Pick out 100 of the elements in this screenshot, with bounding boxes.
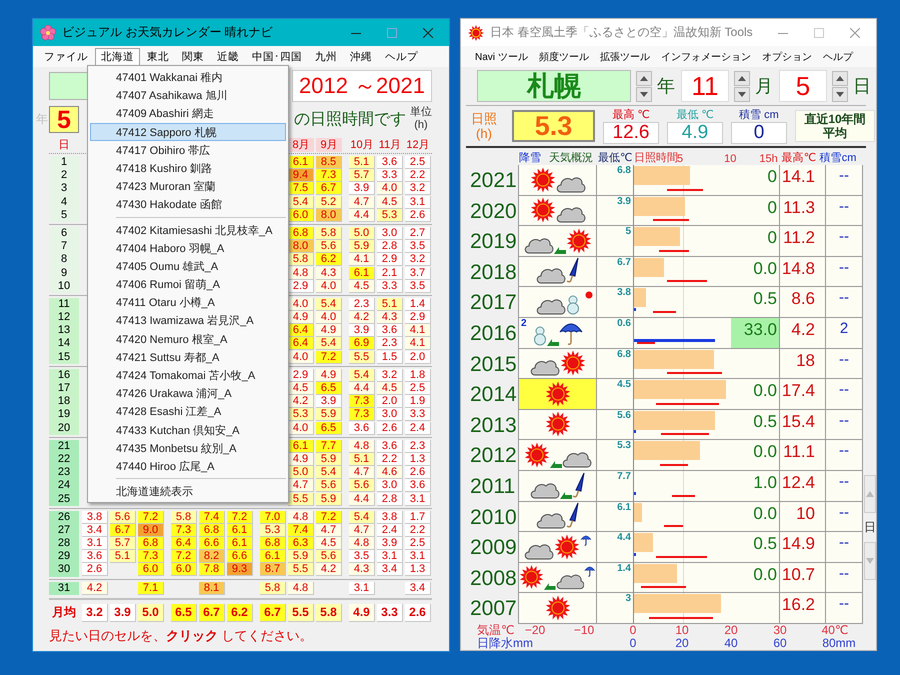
- sunshine-cell[interactable]: 2.0: [405, 350, 431, 364]
- sunshine-cell[interactable]: 2.8: [377, 492, 403, 506]
- sunshine-cell[interactable]: 3.1: [82, 537, 108, 550]
- weather-cell[interactable]: [518, 593, 597, 624]
- sunshine-cell[interactable]: 4.8: [288, 510, 314, 524]
- sunshine-cell[interactable]: 3.9: [316, 395, 342, 408]
- sunshine-cell[interactable]: 7.5: [288, 182, 314, 196]
- sunshine-cell[interactable]: 5.0: [288, 466, 314, 480]
- sunshine-cell[interactable]: 6.4: [288, 337, 314, 350]
- sunshine-cell[interactable]: 5.9: [349, 240, 375, 254]
- sunshine-cell[interactable]: 2.9: [288, 368, 314, 382]
- sunshine-cell[interactable]: 3.8: [377, 510, 403, 524]
- year-field[interactable]: 5: [49, 106, 79, 132]
- sunshine-cell[interactable]: 3.3: [377, 280, 403, 293]
- sunshine-cell[interactable]: 4.6: [377, 466, 403, 480]
- sunshine-cell[interactable]: 5.3: [288, 408, 314, 422]
- sunshine-cell[interactable]: 7.4: [199, 510, 225, 524]
- sunshine-cell[interactable]: 6.6: [199, 537, 225, 550]
- sunshine-cell[interactable]: 3.6: [349, 422, 375, 435]
- sunshine-cell[interactable]: 7.2: [316, 350, 342, 364]
- sunshine-cell[interactable]: 5.4: [316, 298, 342, 311]
- sunshine-cell[interactable]: 5.1: [349, 156, 375, 169]
- sunshine-cell[interactable]: 3.2: [405, 182, 431, 196]
- menu-item[interactable]: 拡張ツール: [600, 50, 650, 64]
- sunshine-cell[interactable]: 5.5: [288, 563, 314, 576]
- menu-item[interactable]: ヘルプ: [822, 50, 853, 64]
- menu-item[interactable]: オプション: [762, 50, 812, 64]
- sunshine-cell[interactable]: 6.1: [260, 550, 286, 564]
- month-field[interactable]: 11: [681, 70, 729, 102]
- sunshine-cell[interactable]: 7.2: [138, 510, 164, 524]
- sunshine-cell[interactable]: 5.8: [316, 226, 342, 240]
- sunshine-cell[interactable]: 5.3: [260, 524, 286, 537]
- sunshine-cell[interactable]: 4.7: [349, 196, 375, 209]
- sunshine-cell[interactable]: 5.0: [349, 226, 375, 240]
- weather-cell[interactable]: [518, 562, 597, 594]
- sunshine-cell[interactable]: 3.9: [349, 324, 375, 338]
- sunshine-cell[interactable]: 6.4: [288, 324, 314, 338]
- sunshine-cell[interactable]: 5.9: [288, 550, 314, 564]
- sunshine-cell[interactable]: 4.0: [288, 422, 314, 435]
- sunshine-cell[interactable]: 8.5: [316, 156, 342, 169]
- sunshine-cell[interactable]: 6.0: [138, 563, 164, 576]
- sunshine-cell[interactable]: 5.9: [316, 492, 342, 506]
- sunshine-cell[interactable]: 3.1: [377, 550, 403, 564]
- sunshine-cell[interactable]: 4.8: [349, 440, 375, 453]
- weather-cell[interactable]: 2: [518, 318, 597, 349]
- close-button[interactable]: [850, 28, 860, 38]
- sunshine-cell[interactable]: 3.5: [405, 240, 431, 254]
- close-button[interactable]: [423, 28, 433, 38]
- sunshine-cell[interactable]: 5.6: [316, 240, 342, 254]
- sunshine-cell[interactable]: 3.8: [82, 510, 108, 524]
- sunshine-cell[interactable]: 4.2: [349, 311, 375, 324]
- sunshine-cell[interactable]: 2.5: [405, 156, 431, 169]
- dropdown-item[interactable]: 47409 Abashiri 網走: [90, 104, 286, 123]
- dropdown-item[interactable]: 47401 Wakkanai 稚内: [90, 68, 286, 86]
- sunshine-cell[interactable]: 4.5: [316, 537, 342, 550]
- sunshine-cell[interactable]: 5.4: [349, 510, 375, 524]
- sunshine-cell[interactable]: 1.4: [405, 298, 431, 311]
- sunshine-cell[interactable]: 1.5: [377, 350, 403, 364]
- dropdown-item[interactable]: 北海道連続表示: [90, 482, 286, 500]
- weather-cell[interactable]: [518, 410, 597, 440]
- weather-cell[interactable]: [518, 226, 597, 257]
- menu-item[interactable]: 近畿: [211, 48, 245, 66]
- menu-item[interactable]: 沖縄: [344, 48, 378, 66]
- sunshine-cell[interactable]: 2.6: [82, 563, 108, 576]
- sunshine-cell[interactable]: 8.2: [199, 550, 225, 564]
- sunshine-cell[interactable]: 2.3: [405, 440, 431, 453]
- sunshine-cell[interactable]: 1.3: [405, 563, 431, 576]
- dropdown-item[interactable]: 47407 Asahikawa 旭川: [90, 86, 286, 104]
- sunshine-cell[interactable]: 5.9: [316, 408, 342, 422]
- sunshine-cell[interactable]: 6.2: [316, 253, 342, 266]
- sunshine-cell[interactable]: 5.7: [110, 537, 136, 550]
- sunshine-cell[interactable]: 4.1: [405, 324, 431, 338]
- sunshine-cell[interactable]: 2.6: [405, 208, 431, 222]
- sunshine-cell[interactable]: 5.6: [349, 479, 375, 492]
- sunshine-cell[interactable]: 2.2: [405, 524, 431, 537]
- sunshine-cell[interactable]: 1.8: [405, 368, 431, 382]
- menu-item[interactable]: 北海道: [95, 48, 140, 66]
- dropdown-item[interactable]: 47435 Monbetsu 紋別_A: [90, 438, 286, 457]
- sunshine-cell[interactable]: 4.5: [288, 382, 314, 395]
- sunshine-cell[interactable]: 4.1: [405, 337, 431, 350]
- sunshine-cell[interactable]: 7.3: [138, 550, 164, 564]
- sunshine-cell[interactable]: 3.4: [377, 563, 403, 576]
- sunshine-cell[interactable]: 6.5: [316, 422, 342, 435]
- sunshine-cell[interactable]: 8.1: [199, 582, 225, 595]
- sunshine-cell[interactable]: 4.7: [349, 466, 375, 480]
- menu-item[interactable]: 頻度ツール: [538, 50, 589, 64]
- sunshine-cell[interactable]: 6.9: [349, 337, 375, 350]
- sunshine-cell[interactable]: 4.0: [288, 298, 314, 311]
- sunshine-cell[interactable]: 2.5: [405, 382, 431, 395]
- dropdown-item[interactable]: 47417 Obihiro 帯広: [90, 140, 286, 159]
- spin-down-button[interactable]: [734, 86, 750, 102]
- dropdown-item[interactable]: 47430 Hakodate 函館: [90, 195, 286, 214]
- sunshine-cell[interactable]: 6.1: [227, 524, 253, 537]
- sunshine-cell[interactable]: 4.9: [316, 368, 342, 382]
- sunshine-cell[interactable]: 4.2: [288, 395, 314, 408]
- sunshine-cell[interactable]: 2.4: [377, 524, 403, 537]
- sunshine-cell[interactable]: 6.4: [171, 537, 197, 550]
- sunshine-cell[interactable]: 4.5: [377, 196, 403, 209]
- menu-item[interactable]: インフォメーション: [660, 50, 751, 64]
- sunshine-cell[interactable]: 4.0: [316, 311, 342, 324]
